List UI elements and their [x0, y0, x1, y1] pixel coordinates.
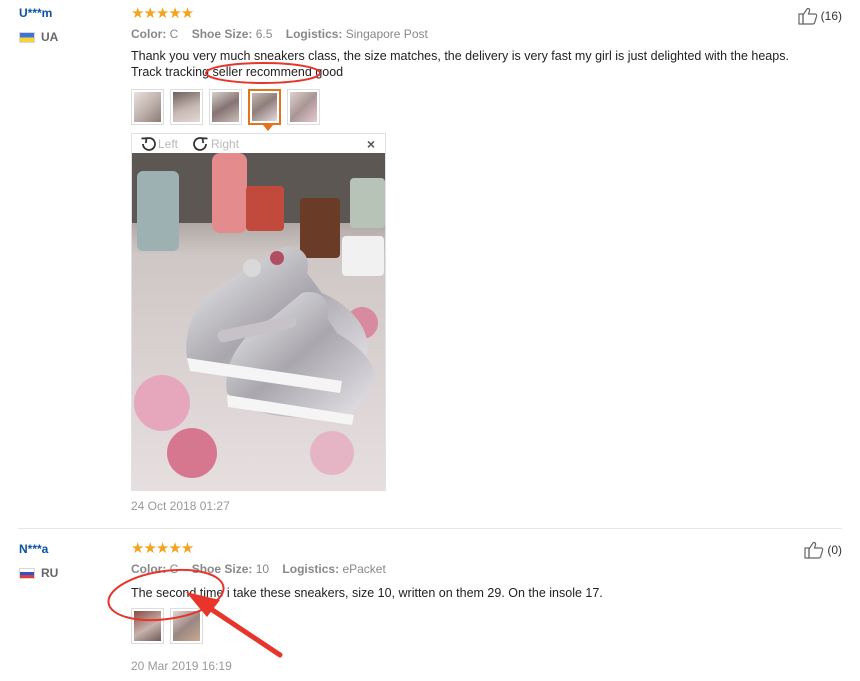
star-rating: ★★★★★	[131, 540, 194, 557]
review-date: 20 Mar 2019 16:19	[131, 659, 232, 673]
rotate-left-icon	[141, 136, 156, 151]
photo-viewer: Left Right ×	[131, 133, 386, 491]
review-text: Thank you very much sneakers class, the …	[131, 49, 789, 79]
review-date: 24 Oct 2018 01:27	[131, 499, 230, 513]
attr-color-key: Color:	[131, 27, 167, 41]
close-icon[interactable]: ×	[367, 136, 375, 152]
review-photo[interactable]	[132, 153, 385, 491]
thumbs-up-icon	[804, 541, 824, 559]
helpful-button[interactable]: (16)	[798, 7, 842, 25]
country-code: RU	[41, 566, 59, 580]
rotate-left-button[interactable]: Left	[139, 135, 178, 153]
helpful-button[interactable]: (0)	[804, 541, 842, 559]
photo-thumbnails	[131, 89, 320, 131]
selected-caret	[263, 125, 273, 131]
photo-thumbnail[interactable]	[287, 89, 320, 125]
photo-thumbnail[interactable]	[170, 608, 203, 644]
rotate-right-label: Right	[211, 136, 240, 151]
attr-color-key: Color:	[131, 562, 167, 576]
attr-size-value: 10	[255, 562, 270, 576]
attr-color-value: C	[169, 562, 179, 576]
photo-thumbnail-active[interactable]	[248, 89, 281, 131]
photo-thumbnail[interactable]	[131, 608, 164, 644]
reviewer-name[interactable]: N***a	[19, 542, 48, 556]
helpful-count: (0)	[827, 543, 842, 557]
attr-logistics-value: Singapore Post	[345, 27, 428, 41]
attr-logistics-value: ePacket	[342, 562, 386, 576]
photo-thumbnail[interactable]	[170, 89, 203, 125]
attr-size-value: 6.5	[255, 27, 273, 41]
order-attributes: Color: C Shoe Size: 6.5 Logistics: Singa…	[131, 27, 438, 41]
rotate-left-label: Left	[158, 136, 179, 151]
rotate-right-button[interactable]: Right	[192, 135, 239, 153]
country-code: UA	[41, 30, 59, 44]
reviewer-name[interactable]: U***m	[19, 6, 52, 20]
review-text: The second time i take these sneakers, s…	[131, 586, 603, 600]
order-attributes: Color: C Shoe Size: 10 Logistics: ePacke…	[131, 562, 396, 576]
attr-size-key: Shoe Size:	[191, 562, 253, 576]
flag-icon	[19, 31, 35, 43]
review-item: U***m UA ★★★★★ Color: C Shoe Size: 6.5 L…	[0, 0, 860, 528]
attr-logistics-key: Logistics:	[285, 27, 343, 41]
photo-thumbnail[interactable]	[131, 89, 164, 125]
reviewer-country: RU	[19, 566, 58, 580]
helpful-count: (16)	[820, 9, 842, 23]
review-divider	[18, 528, 842, 529]
photo-thumbnail[interactable]	[209, 89, 242, 125]
thumbs-up-icon	[798, 7, 817, 25]
reviewer-country: UA	[19, 30, 58, 44]
attr-color-value: C	[169, 27, 179, 41]
flag-icon	[19, 567, 35, 579]
photo-thumbnails	[131, 608, 203, 644]
attr-size-key: Shoe Size:	[191, 27, 253, 41]
attr-logistics-key: Logistics:	[282, 562, 340, 576]
review-item: N***a RU ★★★★★ Color: C Shoe Size: 10 Lo…	[0, 534, 860, 681]
rotate-right-icon	[193, 136, 208, 151]
viewer-toolbar: Left Right ×	[132, 134, 385, 153]
star-rating: ★★★★★	[131, 5, 194, 22]
